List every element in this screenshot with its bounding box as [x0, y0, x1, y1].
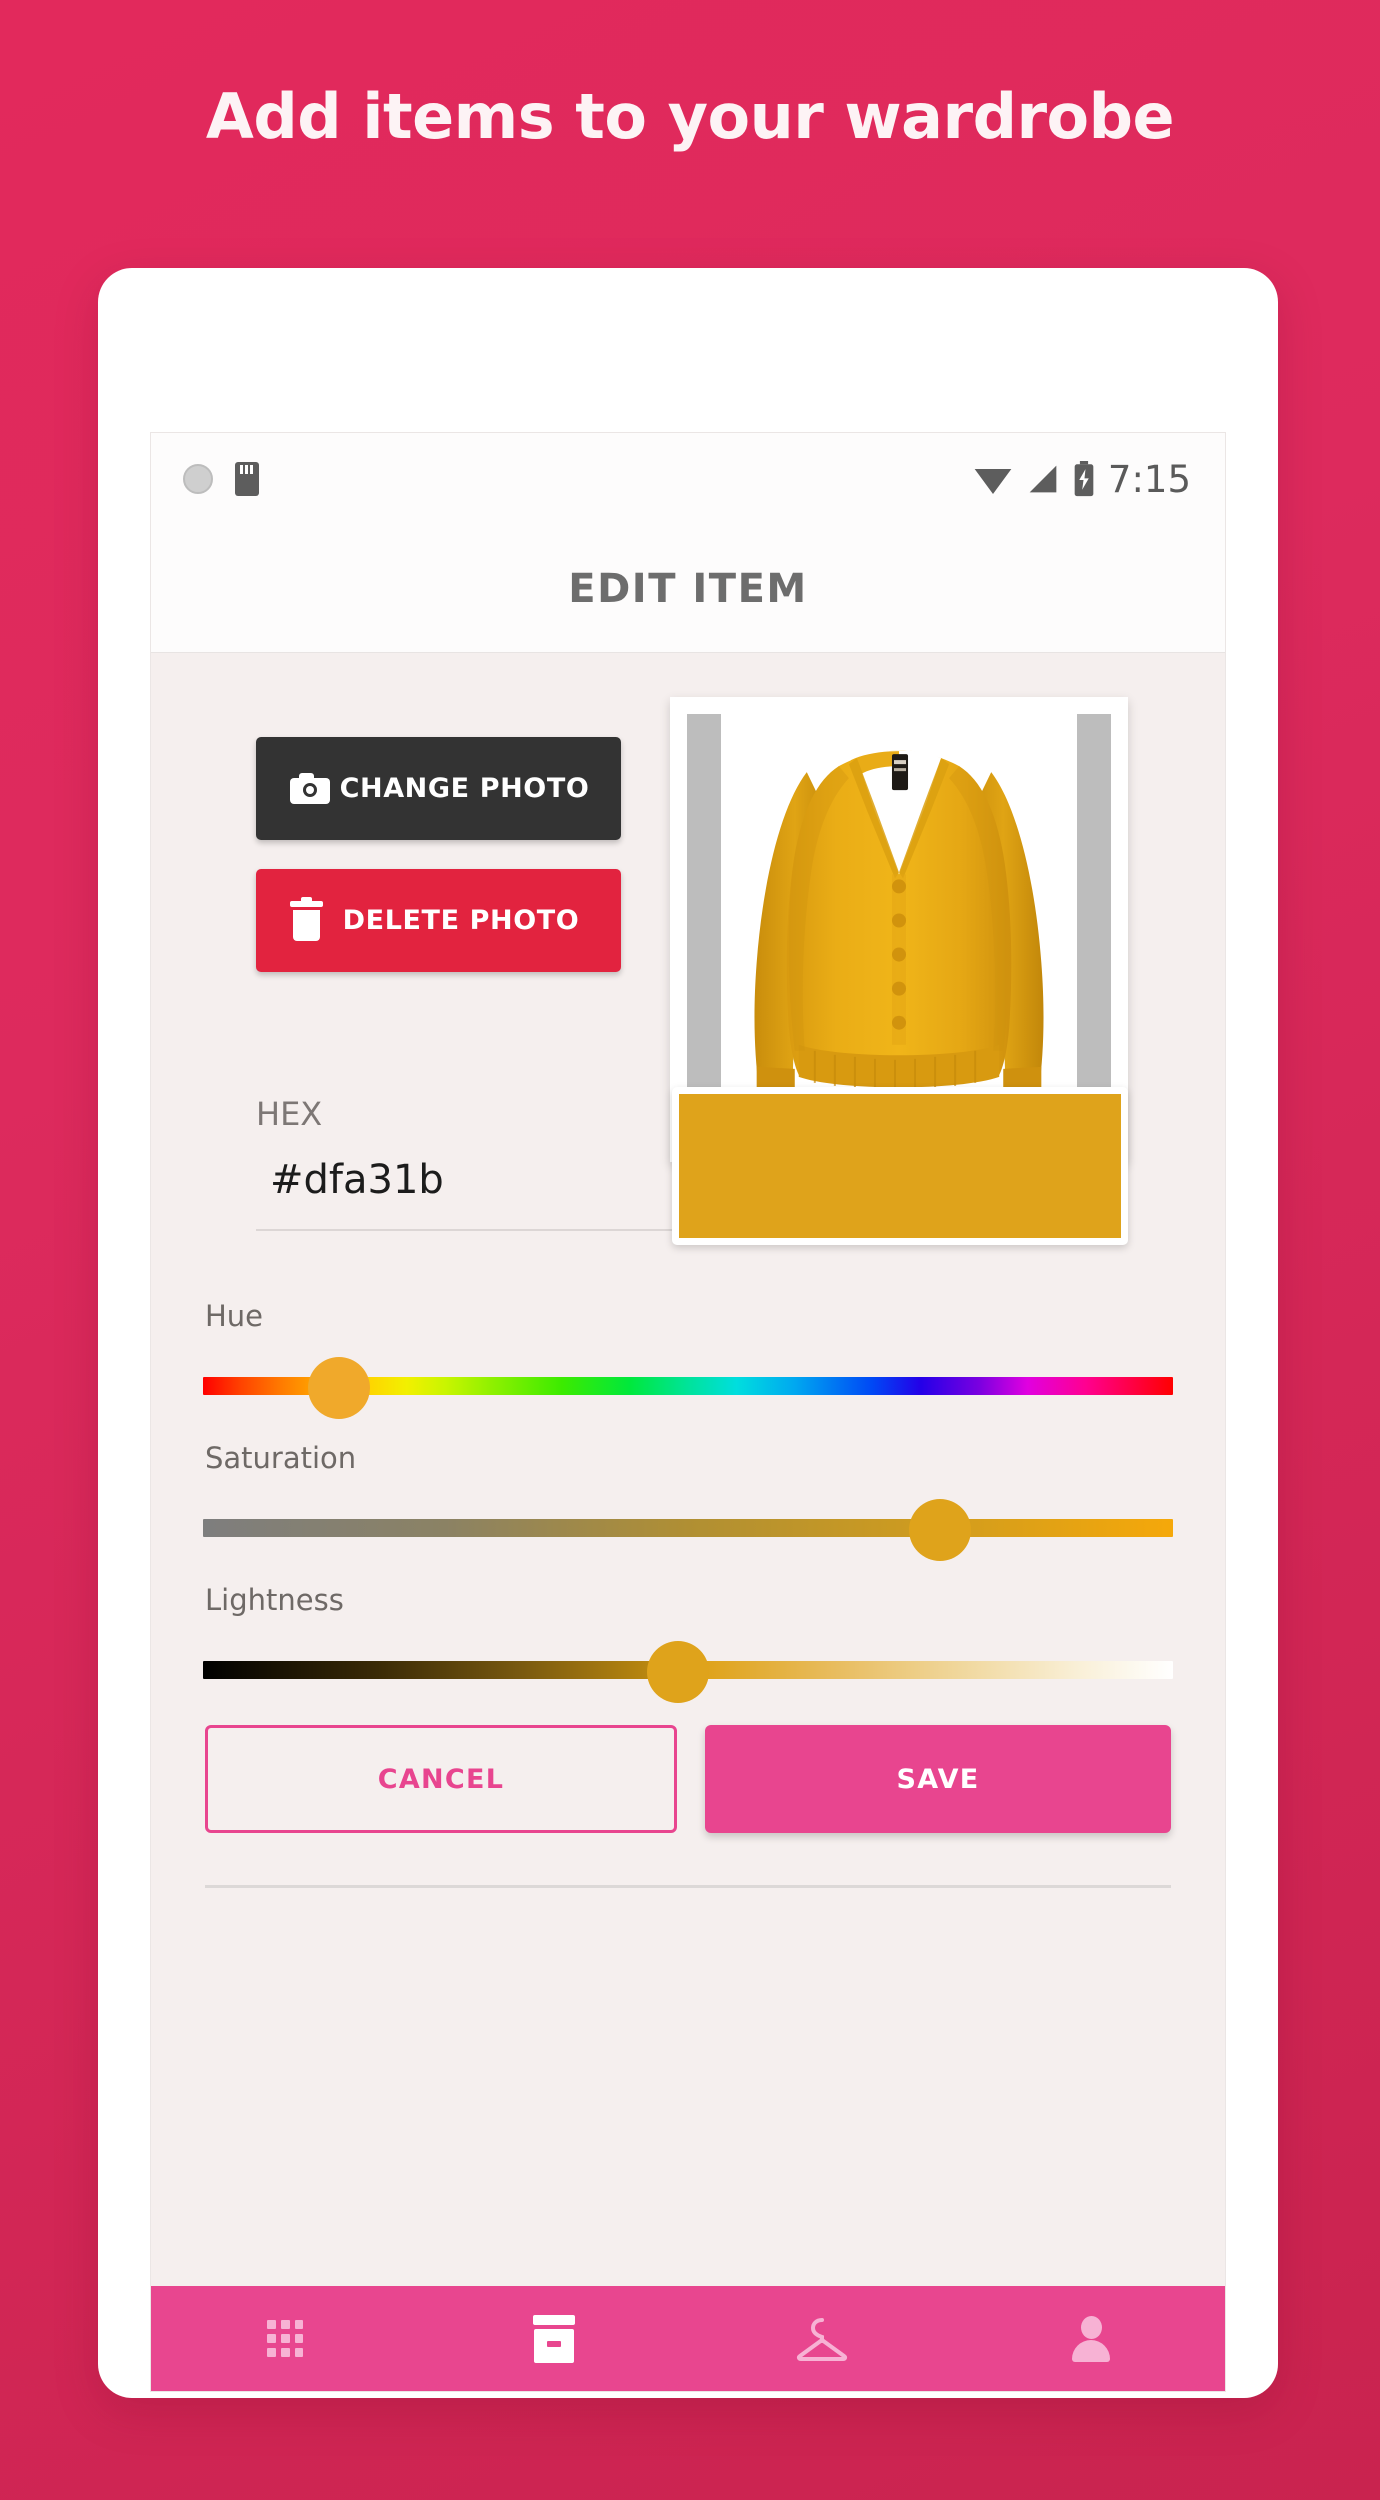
lightness-thumb[interactable] [647, 1641, 710, 1703]
person-icon [1071, 2315, 1111, 2362]
nav-item-box[interactable] [420, 2286, 689, 2391]
photo-section: CHANGE PHOTO DELETE PHOTO [203, 653, 1173, 1162]
saturation-label: Saturation [205, 1441, 357, 1475]
hue-slider[interactable] [203, 1357, 1173, 1419]
box-icon [532, 2314, 575, 2363]
hue-slider-block: Hue [203, 1299, 1173, 1419]
hex-label: HEX [256, 1095, 323, 1133]
lightness-slider-block: Lightness [203, 1583, 1173, 1703]
status-bar-right: 7:15 [973, 433, 1191, 525]
item-photo [687, 714, 1111, 1145]
battery-charging-icon [1074, 461, 1094, 497]
delete-photo-button[interactable]: DELETE PHOTO [256, 869, 621, 972]
saturation-slider-block: Saturation [203, 1441, 1173, 1561]
hanger-icon [797, 2317, 848, 2361]
signal-icon [1029, 465, 1057, 493]
cancel-button[interactable]: CANCEL [205, 1725, 677, 1833]
status-bar-time: 7:15 [1107, 457, 1191, 501]
color-swatch[interactable] [672, 1087, 1128, 1245]
hex-field[interactable]: HEX #dfa31b [256, 1095, 696, 1231]
hex-input[interactable]: #dfa31b [256, 1157, 696, 1231]
status-bar-left [183, 462, 259, 496]
cardigan-illustration [754, 750, 1044, 1102]
delete-photo-label: DELETE PHOTO [342, 905, 580, 936]
wifi-icon [974, 469, 1012, 494]
photo-buttons: CHANGE PHOTO DELETE PHOTO [256, 737, 621, 972]
content-divider [205, 1885, 1171, 1888]
color-section: HEX #dfa31b [203, 1083, 1173, 1293]
saturation-slider[interactable] [203, 1499, 1173, 1561]
disc-icon [183, 464, 213, 494]
trash-icon [290, 896, 323, 941]
action-buttons: CANCEL SAVE [203, 1725, 1173, 1833]
nav-item-hanger[interactable] [688, 2286, 957, 2391]
phone-screenshot: 7:15 EDIT ITEM CHANGE PHOTO DELETE PHOTO… [150, 432, 1226, 2392]
app-bar: EDIT ITEM [151, 525, 1225, 653]
app-body: CHANGE PHOTO DELETE PHOTO HEX #dfa31b Hu… [151, 653, 1225, 2391]
camera-icon [290, 773, 330, 804]
save-button[interactable]: SAVE [705, 1725, 1171, 1833]
nav-item-profile[interactable] [957, 2286, 1226, 2391]
page-title: Add items to your wardrobe [205, 80, 1175, 153]
hue-thumb[interactable] [307, 1357, 370, 1419]
saturation-track[interactable] [203, 1519, 1173, 1537]
device-card: 7:15 EDIT ITEM CHANGE PHOTO DELETE PHOTO… [98, 268, 1278, 2398]
grid-icon [267, 2319, 304, 2358]
color-sliders: Hue Saturation Lightness [203, 1299, 1173, 1703]
bottom-navigation [151, 2286, 1225, 2391]
lightness-slider[interactable] [203, 1641, 1173, 1703]
app-bar-title: EDIT ITEM [568, 565, 808, 612]
status-bar: 7:15 [151, 433, 1225, 525]
sdcard-icon [235, 462, 259, 496]
change-photo-label: CHANGE PHOTO [339, 773, 590, 804]
hue-label: Hue [205, 1299, 264, 1333]
saturation-thumb[interactable] [909, 1499, 972, 1561]
lightness-label: Lightness [205, 1583, 344, 1617]
change-photo-button[interactable]: CHANGE PHOTO [256, 737, 621, 840]
nav-item-grid[interactable] [151, 2286, 420, 2391]
